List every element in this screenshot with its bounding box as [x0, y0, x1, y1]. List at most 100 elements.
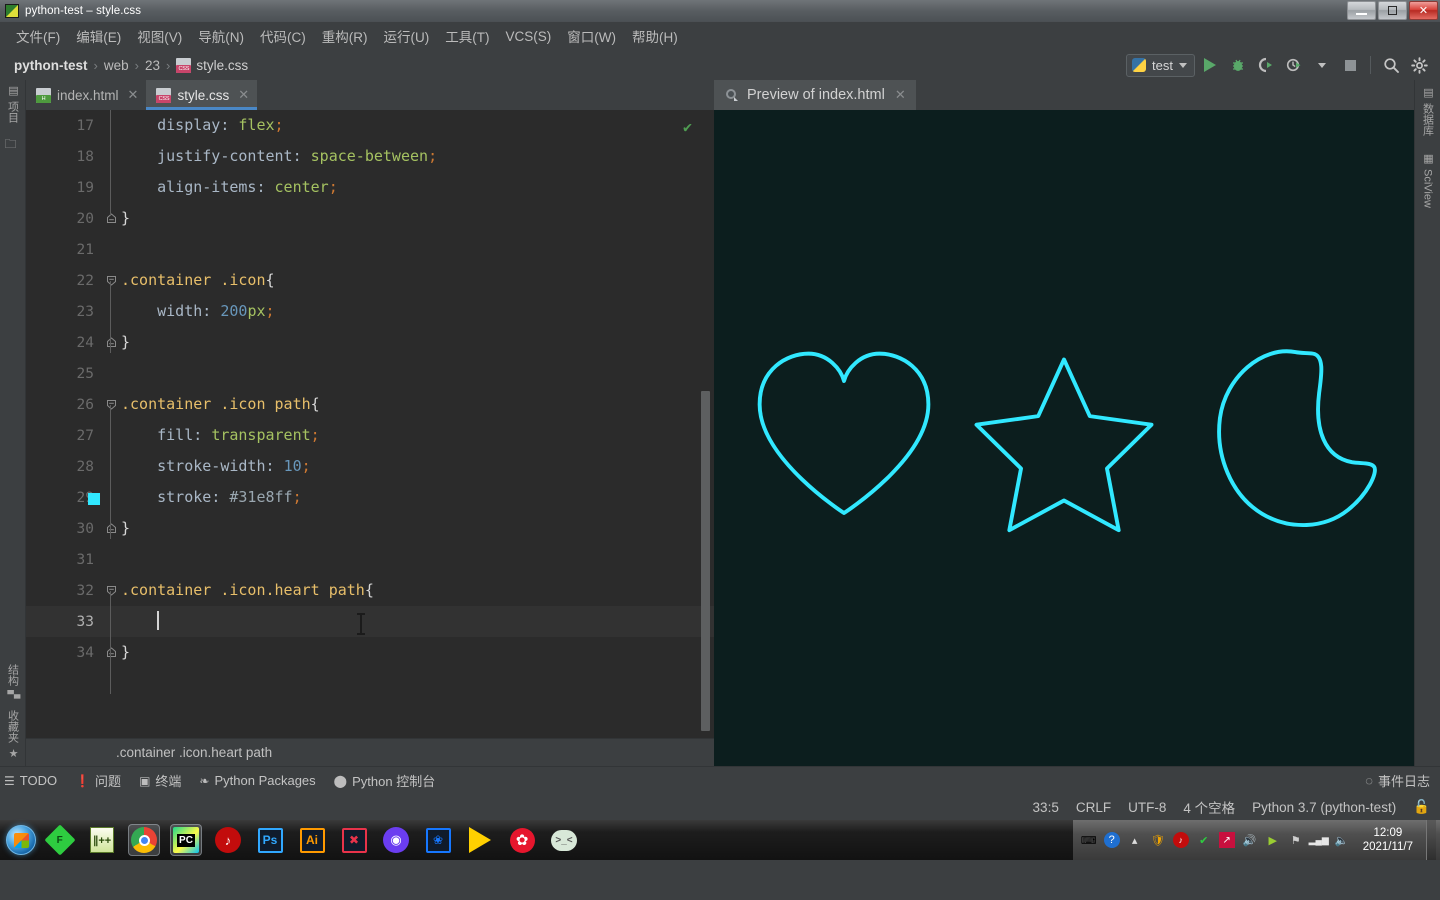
lock-icon[interactable]: 🔓 [1413, 799, 1430, 815]
code-text[interactable]: } [104, 513, 714, 544]
settings-button[interactable] [1406, 52, 1432, 78]
line-gutter[interactable]: 23 [26, 296, 104, 327]
show-desktop-button[interactable] [1426, 820, 1436, 860]
line-gutter[interactable]: 24 [26, 327, 104, 358]
close-icon[interactable]: ✕ [895, 87, 906, 103]
taskbar-pycharm[interactable]: PC [170, 824, 202, 856]
taskbar-tencent-video[interactable] [464, 824, 496, 856]
code-text[interactable]: stroke-width: 10; [104, 451, 714, 482]
tray-media-icon[interactable]: ▶ [1265, 832, 1281, 848]
line-gutter[interactable]: 30 [26, 513, 104, 544]
tray-antivirus-icon[interactable]: ✔ [1196, 832, 1212, 848]
file-encoding[interactable]: UTF-8 [1128, 800, 1166, 815]
tool-window-python-packages[interactable]: ❧ Python Packages [199, 773, 315, 788]
run-configuration-selector[interactable]: test [1126, 53, 1195, 77]
line-gutter[interactable]: 32 [26, 575, 104, 606]
editor-tab-index-html[interactable]: H index.html ✕ [26, 80, 146, 110]
code-text[interactable]: .container .icon{ [104, 265, 714, 296]
tray-security-icon[interactable]: 🛡 [1150, 832, 1166, 848]
stop-button[interactable] [1337, 52, 1363, 78]
tray-help-icon[interactable]: ? [1103, 832, 1120, 848]
tool-window-favorites[interactable]: 收藏夹 ★ [5, 710, 21, 760]
tool-window-sciview[interactable]: ▦ SciView [1422, 152, 1435, 208]
close-icon[interactable]: ✕ [238, 87, 249, 103]
code-line[interactable]: 25 [26, 358, 714, 389]
code-text[interactable]: fill: transparent; [104, 420, 714, 451]
code-line[interactable]: 20} [26, 203, 714, 234]
line-gutter[interactable]: 22 [26, 265, 104, 296]
code-line[interactable]: 22 .container .icon{ [26, 265, 714, 296]
tray-show-hidden-icon[interactable]: ▴ [1127, 832, 1143, 848]
code-line[interactable]: 28 stroke-width: 10; [26, 451, 714, 482]
editor-scrollbar-thumb[interactable] [701, 391, 710, 731]
tray-keyboard-icon[interactable]: ⌨ [1081, 832, 1097, 848]
tool-window-problems[interactable]: ❗ 问题 [75, 771, 121, 790]
menu-tools[interactable]: 工具(T) [437, 23, 497, 49]
code-line[interactable]: 26 .container .icon path{ [26, 389, 714, 420]
code-line[interactable]: 17 display: flex; [26, 110, 714, 141]
code-line[interactable]: 19 align-items: center; [26, 172, 714, 203]
line-gutter[interactable]: 19 [26, 172, 104, 203]
close-icon[interactable]: ✕ [128, 87, 139, 103]
tray-signal-icon[interactable]: ▂▄▆ [1309, 832, 1329, 848]
menu-vcs[interactable]: VCS(S) [498, 26, 560, 47]
code-text[interactable]: width: 200px; [104, 296, 714, 327]
code-line[interactable]: 23 width: 200px; [26, 296, 714, 327]
taskbar-photoshop[interactable]: Ps [254, 824, 286, 856]
menu-run[interactable]: 运行(U) [376, 23, 438, 49]
breadcrumb-subfolder[interactable]: 23 [145, 58, 160, 73]
line-gutter[interactable]: 20 [26, 203, 104, 234]
tray-app-icon[interactable]: ↗ [1218, 832, 1235, 848]
profile-dropdown-button[interactable] [1309, 52, 1335, 78]
tool-window-structure[interactable]: 结构 ▞ [5, 664, 21, 698]
menu-code[interactable]: 代码(C) [252, 23, 314, 49]
line-gutter[interactable]: 31 [26, 544, 104, 575]
code-line[interactable]: 33 [26, 606, 714, 637]
code-text[interactable] [104, 606, 714, 637]
taskbar-netease-music[interactable]: ♪ [212, 824, 244, 856]
code-text[interactable]: .container .icon.heart path{ [104, 575, 714, 606]
line-gutter[interactable]: 21 [26, 234, 104, 265]
taskbar-xmind[interactable]: ✖ [338, 824, 370, 856]
indent-setting[interactable]: 4 个空格 [1183, 797, 1235, 817]
event-log-button[interactable]: ◌ 事件日志 [1365, 771, 1430, 790]
code-text[interactable]: } [104, 203, 714, 234]
tool-window-terminal[interactable]: ▣ 终端 [139, 771, 181, 790]
color-swatch[interactable] [88, 493, 100, 505]
code-text[interactable]: .container .icon path{ [104, 389, 714, 420]
code-line[interactable]: 27 fill: transparent; [26, 420, 714, 451]
line-gutter[interactable]: 17 [26, 110, 104, 141]
code-line[interactable]: 29 stroke: #31e8ff; [26, 482, 714, 513]
python-interpreter[interactable]: Python 3.7 (python-test) [1252, 800, 1396, 815]
taskbar-alipay[interactable]: ❀ [422, 824, 454, 856]
tray-volume-alt-icon[interactable]: 🔊 [1242, 832, 1258, 848]
inspection-status-icon[interactable]: ✔ [683, 118, 692, 136]
line-gutter[interactable]: 34 [26, 637, 104, 668]
preview-tab[interactable]: Preview of index.html ✕ [714, 80, 916, 110]
taskbar-weibo[interactable]: ✿ [506, 824, 538, 856]
profile-button[interactable] [1281, 52, 1307, 78]
search-everywhere-button[interactable] [1378, 52, 1404, 78]
code-line[interactable]: 24} [26, 327, 714, 358]
taskbar-illustrator[interactable]: Ai [296, 824, 328, 856]
menu-edit[interactable]: 编辑(E) [68, 23, 129, 49]
line-gutter[interactable]: 33 [26, 606, 104, 637]
breadcrumb-folder[interactable]: web [104, 58, 129, 73]
code-text[interactable]: justify-content: space-between; [104, 141, 714, 172]
menu-view[interactable]: 视图(V) [129, 23, 190, 49]
line-separator[interactable]: CRLF [1076, 800, 1111, 815]
code-line[interactable]: 18 justify-content: space-between; [26, 141, 714, 172]
line-gutter[interactable]: 26 [26, 389, 104, 420]
taskbar-foxmail[interactable]: F [44, 824, 76, 856]
tray-network-error-icon[interactable]: ⚑ [1288, 832, 1304, 848]
taskbar-notepadpp[interactable]: ∥++ [86, 824, 118, 856]
code-editor[interactable]: 17 display: flex; 18 justify-content: spa… [26, 110, 714, 738]
tool-window-database[interactable]: ▤ 数据库 [1420, 86, 1436, 136]
caret-position[interactable]: 33:5 [1033, 800, 1059, 815]
taskbar-quark[interactable]: ◉ [380, 824, 412, 856]
minimize-button[interactable] [1347, 1, 1376, 20]
menu-help[interactable]: 帮助(H) [624, 23, 686, 49]
tool-window-project[interactable]: ▤ 项目 [5, 84, 21, 123]
run-button[interactable] [1197, 52, 1223, 78]
menu-navigate[interactable]: 导航(N) [190, 23, 252, 49]
